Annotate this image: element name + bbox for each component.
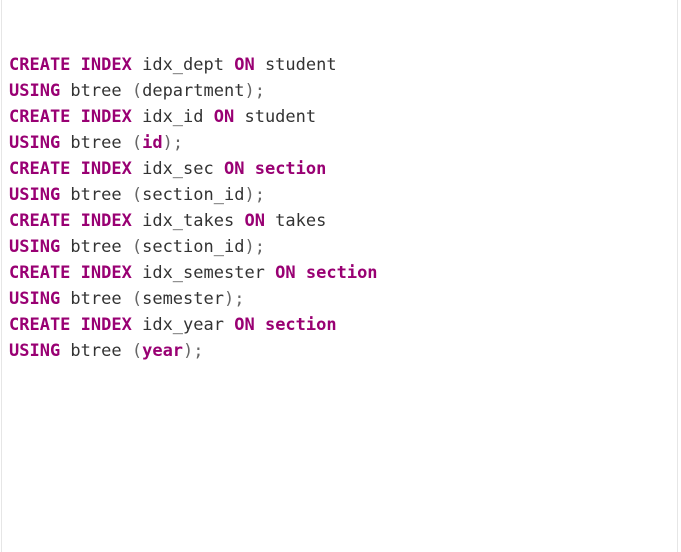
sql-punctuation: ); — [244, 237, 265, 257]
sql-keyword: INDEX — [80, 315, 132, 335]
sql-punctuation: ( — [131, 185, 143, 205]
code-line: CREATE INDEX idx_sec ON section — [9, 156, 378, 182]
sql-punctuation: ( — [131, 133, 143, 153]
sql-punctuation: ); — [183, 341, 204, 361]
sql-identifier: btree — [60, 237, 132, 257]
sql-keyword: ON — [213, 107, 235, 127]
code-panel: CREATE INDEX idx_dept ON student USING bt… — [1, 0, 678, 552]
sql-identifier — [255, 315, 265, 335]
sql-identifier: idx_id — [131, 107, 214, 127]
sql-keyword: section — [305, 263, 378, 283]
sql-punctuation: ( — [131, 341, 143, 361]
sql-punctuation: ( — [131, 81, 143, 101]
sql-identifier: section_id — [142, 185, 245, 205]
sql-keyword: ON — [234, 55, 255, 75]
sql-identifier: btree — [60, 81, 132, 101]
sql-keyword: ON — [223, 159, 245, 179]
sql-identifier — [296, 263, 306, 283]
sql-identifier: takes — [264, 211, 327, 231]
sql-punctuation: ); — [244, 81, 265, 101]
sql-keyword: section — [254, 159, 327, 179]
sql-punctuation: ); — [162, 133, 184, 153]
sql-punctuation: ( — [131, 289, 143, 309]
sql-identifier: idx_year — [131, 315, 235, 335]
sql-identifier: btree — [60, 133, 132, 153]
code-block[interactable]: CREATE INDEX idx_dept ON student USING bt… — [9, 52, 378, 364]
code-line: USING btree (semester); — [9, 286, 378, 312]
sql-keyword: CREATE — [9, 107, 71, 127]
sql-identifier: student — [254, 55, 337, 75]
sql-keyword: INDEX — [80, 55, 132, 75]
code-line: CREATE INDEX idx_semester ON section — [9, 260, 378, 286]
sql-keyword: ON — [275, 263, 296, 283]
sql-keyword: USING — [9, 133, 61, 153]
sql-identifier: btree — [60, 289, 132, 309]
sql-keyword: INDEX — [80, 211, 132, 231]
code-line: CREATE INDEX idx_id ON student — [9, 104, 378, 130]
code-line: USING btree (section_id); — [9, 182, 378, 208]
sql-keyword: ON — [234, 315, 255, 335]
sql-keyword: section — [264, 315, 337, 335]
sql-keyword: USING — [9, 289, 61, 309]
sql-identifier — [70, 263, 80, 283]
sql-identifier — [70, 211, 80, 231]
sql-keyword: year — [142, 341, 184, 361]
sql-keyword: CREATE — [9, 315, 71, 335]
sql-identifier: idx_sec — [131, 159, 224, 179]
sql-identifier: idx_semester — [131, 263, 276, 283]
sql-identifier: idx_dept — [131, 55, 235, 75]
sql-keyword: USING — [9, 237, 61, 257]
sql-keyword: ON — [244, 211, 265, 231]
code-line: USING btree (department); — [9, 78, 378, 104]
code-line: CREATE INDEX idx_year ON section — [9, 312, 378, 338]
sql-punctuation: ( — [131, 237, 143, 257]
sql-keyword: id — [142, 133, 163, 153]
sql-keyword: CREATE — [9, 159, 71, 179]
sql-keyword: USING — [9, 185, 61, 205]
sql-keyword: CREATE — [9, 211, 71, 231]
sql-punctuation: ); — [223, 289, 245, 309]
sql-keyword: CREATE — [9, 263, 71, 283]
sql-keyword: INDEX — [80, 159, 132, 179]
sql-identifier: student — [234, 107, 317, 127]
sql-keyword: CREATE — [9, 55, 71, 75]
code-line: CREATE INDEX idx_takes ON takes — [9, 208, 378, 234]
sql-identifier: semester — [142, 289, 224, 309]
sql-identifier: btree — [60, 341, 132, 361]
sql-identifier: btree — [60, 185, 132, 205]
sql-punctuation: ); — [244, 185, 265, 205]
code-line: USING btree (year); — [9, 338, 378, 364]
sql-identifier: department — [142, 81, 245, 101]
sql-keyword: INDEX — [80, 107, 132, 127]
code-line: CREATE INDEX idx_dept ON student — [9, 52, 378, 78]
sql-identifier — [70, 315, 80, 335]
sql-identifier — [70, 107, 80, 127]
sql-keyword: USING — [9, 341, 61, 361]
sql-keyword: USING — [9, 81, 61, 101]
code-line: USING btree (section_id); — [9, 234, 378, 260]
sql-identifier — [70, 55, 80, 75]
sql-identifier — [244, 159, 254, 179]
sql-identifier — [70, 159, 80, 179]
sql-keyword: INDEX — [80, 263, 132, 283]
sql-identifier: section_id — [142, 237, 245, 257]
sql-identifier: idx_takes — [131, 211, 245, 231]
code-line: USING btree (id); — [9, 130, 378, 156]
